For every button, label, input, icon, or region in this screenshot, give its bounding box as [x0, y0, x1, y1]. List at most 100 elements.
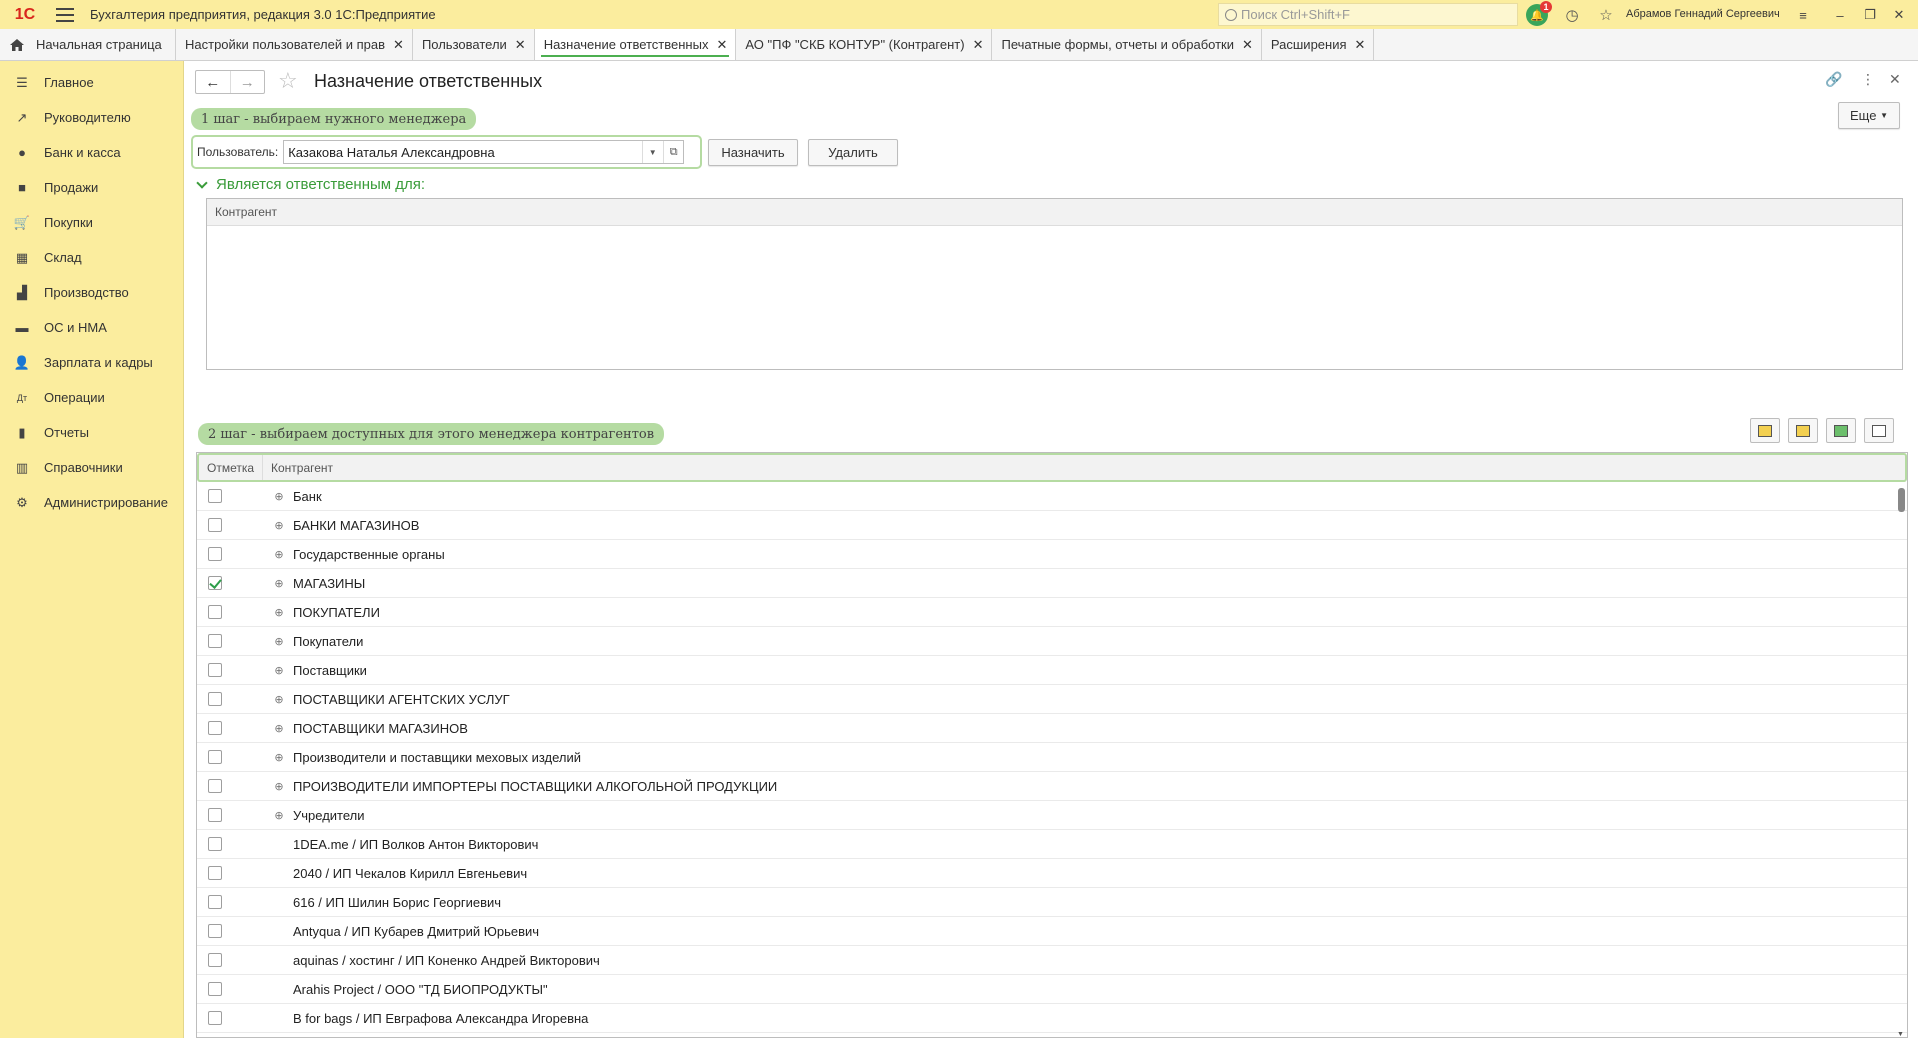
sidebar-item-warehouse[interactable]: ▦ Склад	[0, 240, 183, 275]
tab-extensions[interactable]: Расширения ✕	[1262, 29, 1375, 60]
expand-group-icon[interactable]: ⊕	[273, 722, 285, 735]
current-user-name[interactable]: Абрамов Геннадий Сергеевич	[1626, 8, 1780, 20]
expand-group-icon[interactable]: ⊕	[273, 751, 285, 764]
back-arrow-icon[interactable]: ←	[196, 71, 230, 93]
table-row[interactable]: ⊕ Поставщики	[197, 656, 1907, 685]
close-tab-icon[interactable]: ✕	[973, 37, 984, 53]
mark-checkbox[interactable]	[208, 634, 222, 648]
uncheck-all-button[interactable]	[1864, 418, 1894, 443]
table-row[interactable]: ⊕ ПОСТАВЩИКИ МАГАЗИНОВ	[197, 714, 1907, 743]
sidebar-item-main[interactable]: ☰ Главное	[0, 65, 183, 100]
table-row[interactable]: ⊕ БАНКИ МАГАЗИНОВ	[197, 511, 1907, 540]
table-row[interactable]: ⊕Arahis Project / ООО "ТД БИОПРОДУКТЫ"	[197, 975, 1907, 1004]
restore-icon[interactable]: ❐	[1859, 4, 1881, 26]
mark-checkbox[interactable]	[208, 779, 222, 793]
table-row[interactable]: ⊕aquinas / хостинг / ИП Коненко Андрей В…	[197, 946, 1907, 975]
close-tab-icon[interactable]: ✕	[1355, 37, 1366, 53]
available-counterparties-table[interactable]: Отметка Контрагент ⊕ Банк ⊕ БАНКИ МАГАЗИНОВ…	[196, 452, 1908, 1038]
table-row[interactable]: ⊕ Учредители	[197, 801, 1907, 830]
table-row[interactable]: ⊕1DEA.me / ИП Волков Антон Викторович	[197, 830, 1907, 859]
favorite-star-icon[interactable]: ☆	[278, 68, 298, 94]
more-button[interactable]: Еще ▼	[1838, 102, 1900, 129]
main-menu-icon[interactable]	[56, 7, 74, 22]
expand-group-icon[interactable]: ⊕	[273, 780, 285, 793]
table-row[interactable]: ⊕ Банк	[197, 482, 1907, 511]
mark-checkbox[interactable]	[208, 605, 222, 619]
user-input[interactable]: Казакова Наталья Александровна ▼ ⧉	[283, 140, 685, 164]
sidebar-item-admin[interactable]: ⚙ Администрирование	[0, 485, 183, 520]
table-row[interactable]: ⊕Antyqua / ИП Кубарев Дмитрий Юрьевич	[197, 917, 1907, 946]
tab-counterparty[interactable]: АО "ПФ "СКБ КОНТУР" (Контрагент) ✕	[736, 29, 993, 60]
favorites-star-icon[interactable]: ☆	[1595, 4, 1617, 26]
mark-checkbox[interactable]	[208, 866, 222, 880]
mark-checkbox[interactable]	[208, 721, 222, 735]
expand-group-icon[interactable]: ⊕	[273, 809, 285, 822]
mark-checkbox[interactable]	[208, 750, 222, 764]
sidebar-item-bank[interactable]: ● Банк и касса	[0, 135, 183, 170]
assign-button[interactable]: Назначить	[708, 139, 798, 166]
scrollbar-thumb[interactable]	[1898, 488, 1905, 512]
close-window-icon[interactable]: ✕	[1888, 4, 1910, 26]
tab-home[interactable]: Начальная страница	[0, 29, 176, 60]
mark-checkbox[interactable]	[208, 1011, 222, 1025]
table-row[interactable]: ⊕2040 / ИП Чекалов Кирилл Евгеньевич	[197, 859, 1907, 888]
expand-all-button[interactable]	[1750, 418, 1780, 443]
sidebar-item-fixed-assets[interactable]: ▬ ОС и НМА	[0, 310, 183, 345]
open-item-icon[interactable]: ⧉	[663, 141, 683, 163]
sidebar-item-operations[interactable]: Дт Операции	[0, 380, 183, 415]
table-row[interactable]: ⊕ МАГАЗИНЫ	[197, 569, 1907, 598]
minimize-icon[interactable]: –	[1829, 4, 1851, 26]
expand-group-icon[interactable]: ⊕	[273, 577, 285, 590]
vertical-scrollbar[interactable]: ▼	[1897, 486, 1906, 1037]
close-tab-icon[interactable]: ✕	[716, 37, 727, 53]
sidebar-item-purchases[interactable]: 🛒 Покупки	[0, 205, 183, 240]
mark-checkbox[interactable]	[208, 953, 222, 967]
check-all-button[interactable]	[1826, 418, 1856, 443]
settings-menu-icon[interactable]: ≡	[1792, 4, 1814, 26]
expand-group-icon[interactable]: ⊕	[273, 490, 285, 503]
expand-group-icon[interactable]: ⊕	[273, 693, 285, 706]
close-tab-icon[interactable]: ✕	[393, 37, 404, 53]
close-tab-icon[interactable]: ✕	[515, 37, 526, 53]
search-input[interactable]: Поиск Ctrl+Shift+F	[1218, 3, 1518, 26]
sidebar-item-reports[interactable]: ▮ Отчеты	[0, 415, 183, 450]
expand-group-icon[interactable]: ⊕	[273, 635, 285, 648]
scroll-down-icon[interactable]: ▼	[1897, 1031, 1904, 1037]
more-vertical-icon[interactable]: ⋮	[1861, 71, 1875, 88]
table-row[interactable]: ⊕ ПОСТАВЩИКИ АГЕНТСКИХ УСЛУГ	[197, 685, 1907, 714]
tab-user-settings[interactable]: Настройки пользователей и прав ✕	[176, 29, 413, 60]
expand-group-icon[interactable]: ⊕	[273, 519, 285, 532]
table-row[interactable]: ⊕616 / ИП Шилин Борис Георгиевич	[197, 888, 1907, 917]
mark-checkbox[interactable]	[208, 547, 222, 561]
responsible-counterparties-table[interactable]: Контрагент	[206, 198, 1903, 370]
sidebar-item-sales[interactable]: ■ Продажи	[0, 170, 183, 205]
expand-group-icon[interactable]: ⊕	[273, 548, 285, 561]
dropdown-chevron-icon[interactable]: ▼	[642, 141, 662, 163]
expand-group-icon[interactable]: ⊕	[273, 606, 285, 619]
table-row[interactable]: ⊕ Государственные органы	[197, 540, 1907, 569]
history-icon[interactable]: ◷	[1561, 4, 1583, 26]
link-icon[interactable]: 🔗	[1825, 71, 1842, 88]
tab-assign-responsible[interactable]: Назначение ответственных ✕	[534, 29, 737, 60]
close-tab-icon[interactable]: ✕	[1242, 37, 1253, 53]
mark-checkbox[interactable]	[208, 895, 222, 909]
mark-checkbox[interactable]	[208, 692, 222, 706]
sidebar-item-production[interactable]: ▟ Производство	[0, 275, 183, 310]
delete-button[interactable]: Удалить	[808, 139, 898, 166]
mark-checkbox[interactable]	[208, 808, 222, 822]
forward-arrow-icon[interactable]: →	[229, 71, 265, 93]
mark-checkbox[interactable]	[208, 837, 222, 851]
responsible-for-group[interactable]: Является ответственным для:	[196, 176, 425, 193]
table-row[interactable]: ⊕ ПОКУПАТЕЛИ	[197, 598, 1907, 627]
tab-print-forms[interactable]: Печатные формы, отчеты и обработки ✕	[992, 29, 1262, 60]
mark-checkbox[interactable]	[208, 982, 222, 996]
sidebar-item-salary[interactable]: 👤 Зарплата и кадры	[0, 345, 183, 380]
collapse-all-button[interactable]	[1788, 418, 1818, 443]
table-row[interactable]: ⊕B for bags / ИП Евграфова Александра Иг…	[197, 1004, 1907, 1033]
sidebar-item-catalogs[interactable]: ▥ Справочники	[0, 450, 183, 485]
table-row[interactable]: ⊕ Производители и поставщики меховых изде…	[197, 743, 1907, 772]
table-row[interactable]: ⊕ Покупатели	[197, 627, 1907, 656]
column-header-mark[interactable]: Отметка	[199, 455, 263, 480]
mark-checkbox[interactable]	[208, 663, 222, 677]
mark-checkbox[interactable]	[208, 489, 222, 503]
